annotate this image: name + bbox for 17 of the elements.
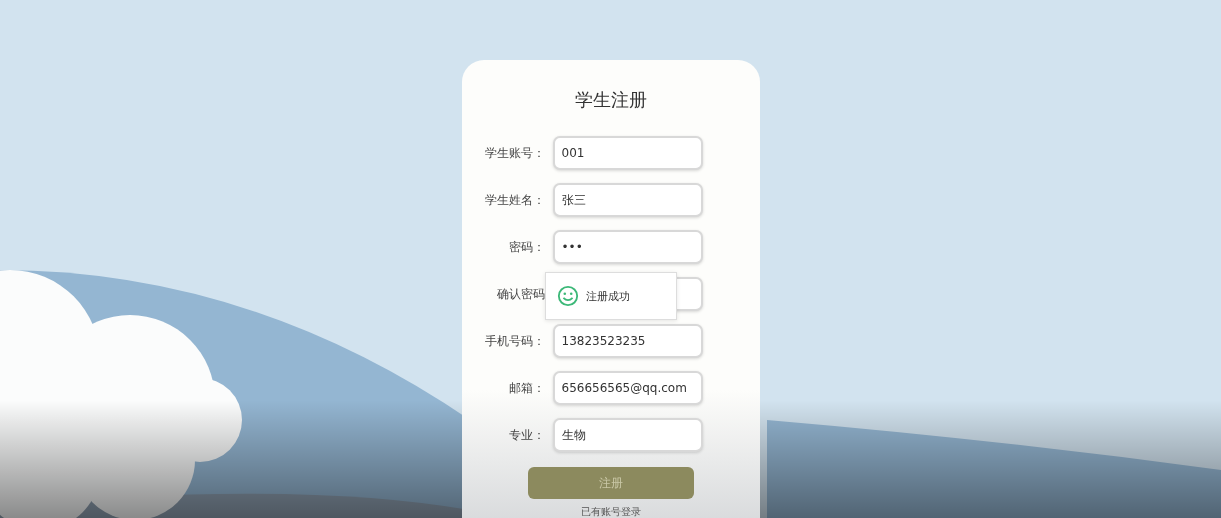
field-label: 学生姓名： [483,191,546,209]
field-label: 确认密码 [495,285,546,303]
smiley-icon [556,285,579,307]
input-field[interactable]: 张三 [552,183,703,217]
field-label: 专业： [507,426,546,444]
input-field[interactable]: ••• [552,230,703,264]
toast-message: 注册成功 [585,288,630,304]
field-label: 学生账号： [483,144,546,162]
input-field[interactable]: 生物 [552,418,703,452]
input-field[interactable]: 001 [552,136,703,170]
field-label: 邮箱： [507,379,546,397]
field-label: 手机号码： [483,332,546,350]
form-title: 学生注册 [574,88,647,112]
input-field[interactable]: 13823523235 [552,324,703,358]
input-field[interactable]: 656656565@qq.com [552,371,703,405]
field-label: 密码： [507,238,546,256]
login-link[interactable]: 已有账号登录 [580,505,641,518]
